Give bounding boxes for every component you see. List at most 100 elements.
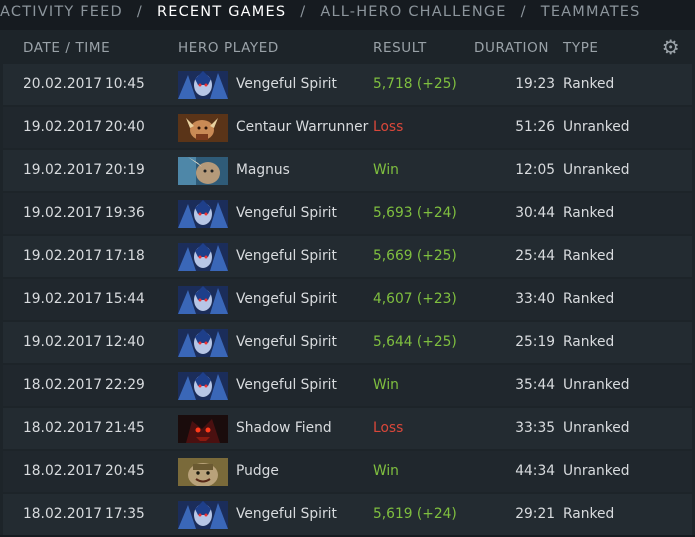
- game-time: 17:18: [105, 248, 145, 264]
- centaur-warrunner-portrait-icon: [178, 114, 228, 142]
- game-result: Win: [373, 162, 399, 178]
- game-date: 18.02.2017: [23, 377, 102, 393]
- column-header-result[interactable]: RESULT: [373, 40, 427, 56]
- game-time: 22:29: [105, 377, 145, 393]
- vengeful-spirit-portrait-icon: [178, 286, 228, 314]
- vengeful-spirit-portrait-icon: [178, 329, 228, 357]
- game-duration: 51:26: [515, 119, 555, 135]
- tab-teammates[interactable]: TEAMMATES: [541, 4, 641, 20]
- game-date: 18.02.2017: [23, 463, 102, 479]
- game-time: 12:40: [105, 334, 145, 350]
- hero-name: Vengeful Spirit: [236, 506, 337, 522]
- hero-name: Magnus: [236, 162, 290, 178]
- game-type: Unranked: [563, 463, 630, 479]
- game-duration: 44:34: [515, 463, 555, 479]
- game-date: 19.02.2017: [23, 162, 102, 178]
- tab-separator: /: [520, 4, 527, 20]
- vengeful-spirit-portrait-icon: [178, 372, 228, 400]
- game-type: Ranked: [563, 334, 615, 350]
- game-time: 21:45: [105, 420, 145, 436]
- vengeful-spirit-portrait-icon: [178, 243, 228, 271]
- game-time: 15:44: [105, 291, 145, 307]
- game-time: 20:19: [105, 162, 145, 178]
- game-result: 5,718 (+25): [373, 76, 457, 92]
- tab-navigation: ACTIVITY FEED / RECENT GAMES / ALL-HERO …: [0, 0, 695, 24]
- game-result: 4,607 (+23): [373, 291, 457, 307]
- game-duration: 19:23: [515, 76, 555, 92]
- game-duration: 33:40: [515, 291, 555, 307]
- game-row[interactable]: 19.02.2017 20:19 Magnus Win 12:05 Unranked: [3, 150, 692, 191]
- hero-name: Centaur Warrunner: [236, 119, 369, 135]
- vengeful-spirit-portrait-icon: [178, 501, 228, 529]
- game-time: 17:35: [105, 506, 145, 522]
- tab-separator: /: [300, 4, 307, 20]
- game-result: Win: [373, 463, 399, 479]
- column-header-date-time[interactable]: DATE / TIME: [23, 40, 110, 56]
- game-type: Ranked: [563, 506, 615, 522]
- hero-name: Shadow Fiend: [236, 420, 332, 436]
- game-type: Ranked: [563, 76, 615, 92]
- game-result: 5,619 (+24): [373, 506, 457, 522]
- games-list: 20.02.2017 10:45 Vengeful Spirit 5,718 (+25…: [3, 64, 692, 537]
- game-type: Unranked: [563, 119, 630, 135]
- hero-name: Vengeful Spirit: [236, 205, 337, 221]
- game-type: Unranked: [563, 162, 630, 178]
- column-header-type[interactable]: TYPE: [563, 40, 599, 56]
- vengeful-spirit-portrait-icon: [178, 71, 228, 99]
- game-date: 19.02.2017: [23, 248, 102, 264]
- game-row[interactable]: 19.02.2017 12:40 Vengeful Spirit 5,644 (+25…: [3, 322, 692, 363]
- game-result: Loss: [373, 420, 404, 436]
- vengeful-spirit-portrait-icon: [178, 200, 228, 228]
- game-date: 18.02.2017: [23, 506, 102, 522]
- pudge-portrait-icon: [178, 458, 228, 486]
- game-duration: 12:05: [515, 162, 555, 178]
- hero-name: Pudge: [236, 463, 279, 479]
- game-row[interactable]: 19.02.2017 20:40 Centaur Warrunner Loss 51:2…: [3, 107, 692, 148]
- game-time: 20:45: [105, 463, 145, 479]
- magnus-portrait-icon: [178, 157, 228, 185]
- game-row[interactable]: 18.02.2017 17:35 Vengeful Spirit 5,619 (+24…: [3, 494, 692, 535]
- shadow-fiend-portrait-icon: [178, 415, 228, 443]
- game-row[interactable]: 18.02.2017 20:45 Pudge Win 44:34 Unranked: [3, 451, 692, 492]
- game-row[interactable]: 20.02.2017 10:45 Vengeful Spirit 5,718 (+25…: [3, 64, 692, 105]
- game-date: 20.02.2017: [23, 76, 102, 92]
- game-time: 10:45: [105, 76, 145, 92]
- game-result: 5,669 (+25): [373, 248, 457, 264]
- tab-recent-games[interactable]: RECENT GAMES: [157, 4, 286, 20]
- table-header: DATE / TIME HERO PLAYED RESULT DURATION …: [0, 30, 695, 64]
- column-header-duration[interactable]: DURATION: [474, 40, 549, 56]
- game-date: 19.02.2017: [23, 119, 102, 135]
- game-date: 19.02.2017: [23, 291, 102, 307]
- hero-name: Vengeful Spirit: [236, 291, 337, 307]
- game-result: 5,644 (+25): [373, 334, 457, 350]
- game-type: Ranked: [563, 205, 615, 221]
- game-duration: 33:35: [515, 420, 555, 436]
- game-row[interactable]: 19.02.2017 15:44 Vengeful Spirit 4,607 (+23…: [3, 279, 692, 320]
- game-result: Win: [373, 377, 399, 393]
- game-date: 18.02.2017: [23, 420, 102, 436]
- tab-activity-feed[interactable]: ACTIVITY FEED: [0, 4, 123, 20]
- recent-games-panel: DATE / TIME HERO PLAYED RESULT DURATION …: [0, 30, 695, 535]
- column-header-hero-played[interactable]: HERO PLAYED: [178, 40, 279, 56]
- game-date: 19.02.2017: [23, 205, 102, 221]
- game-duration: 30:44: [515, 205, 555, 221]
- game-row[interactable]: 19.02.2017 17:18 Vengeful Spirit 5,669 (+25…: [3, 236, 692, 277]
- game-row[interactable]: 18.02.2017 21:45 Shadow Fiend Loss 33:35 Unra…: [3, 408, 692, 449]
- game-result: Loss: [373, 119, 404, 135]
- gear-icon[interactable]: ⚙: [661, 37, 681, 57]
- hero-name: Vengeful Spirit: [236, 76, 337, 92]
- hero-name: Vengeful Spirit: [236, 377, 337, 393]
- game-date: 19.02.2017: [23, 334, 102, 350]
- game-type: Unranked: [563, 420, 630, 436]
- game-type: Ranked: [563, 291, 615, 307]
- tab-all-hero-challenge[interactable]: ALL-HERO CHALLENGE: [320, 4, 506, 20]
- tab-separator: /: [136, 4, 143, 20]
- game-duration: 35:44: [515, 377, 555, 393]
- game-row[interactable]: 19.02.2017 19:36 Vengeful Spirit 5,693 (+24…: [3, 193, 692, 234]
- game-result: 5,693 (+24): [373, 205, 457, 221]
- game-duration: 25:19: [515, 334, 555, 350]
- game-time: 19:36: [105, 205, 145, 221]
- game-row[interactable]: 18.02.2017 22:29 Vengeful Spirit Win 35:44 Un…: [3, 365, 692, 406]
- game-type: Ranked: [563, 248, 615, 264]
- game-duration: 25:44: [515, 248, 555, 264]
